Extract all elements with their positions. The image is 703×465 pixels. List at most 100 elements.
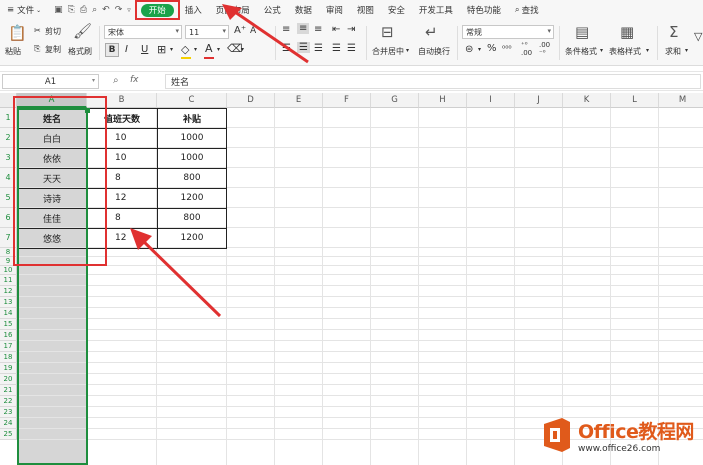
increase-decimal-icon[interactable]: ⁺⁰ .00	[521, 41, 532, 57]
row-header-18[interactable]: 18	[0, 352, 17, 363]
font-name-select[interactable]: 宋体 ▾	[104, 25, 182, 39]
tab-data[interactable]: 数据	[288, 0, 319, 20]
italic-button[interactable]: I	[125, 44, 128, 55]
column-header-k[interactable]: K	[563, 93, 611, 108]
tab-developer[interactable]: 开发工具	[412, 0, 460, 20]
tab-special[interactable]: 特色功能	[460, 0, 508, 20]
align-left-icon[interactable]: ☰	[282, 43, 291, 54]
row-header-10[interactable]: 10	[0, 266, 17, 275]
table-cell[interactable]: 1200	[157, 228, 227, 248]
column-header-m[interactable]: M	[659, 93, 703, 108]
underline-button[interactable]: U	[141, 44, 148, 55]
menu-file[interactable]: ≡ 文件 ⌄	[0, 0, 48, 20]
merge-center-icon[interactable]: ⊟	[381, 23, 394, 41]
chevron-down-icon[interactable]: ▾	[170, 46, 173, 53]
save-icon[interactable]: ▣	[54, 5, 63, 15]
filter-icon[interactable]: ▽	[694, 30, 702, 43]
cut-icon[interactable]: ✂	[34, 26, 41, 35]
indent-left-icon[interactable]: ⇤	[332, 24, 340, 35]
row-header-25[interactable]: 25	[0, 429, 17, 440]
function-icon[interactable]: fx	[130, 75, 139, 85]
thousands-icon[interactable]: ⁰⁰⁰	[502, 44, 512, 53]
copy-icon[interactable]: ⎘	[34, 44, 40, 54]
print-icon[interactable]: ⎙	[80, 5, 87, 15]
conditional-format-icon[interactable]: ▤	[575, 23, 589, 41]
row-header-11[interactable]: 11	[0, 275, 17, 286]
row-header-20[interactable]: 20	[0, 374, 17, 385]
font-size-select[interactable]: 11 ▾	[185, 25, 229, 39]
chevron-down-icon[interactable]: ▾	[646, 47, 649, 54]
bold-button[interactable]: B	[105, 43, 119, 57]
column-header-d[interactable]: D	[227, 93, 275, 108]
table-cell[interactable]: 1200	[157, 188, 227, 208]
fill-color-icon[interactable]: ◇	[181, 43, 189, 56]
copy-label[interactable]: 复制	[45, 44, 61, 55]
justify-icon[interactable]: ☰	[332, 43, 341, 54]
column-header-j[interactable]: J	[515, 93, 563, 108]
chevron-down-icon[interactable]: ▾	[241, 46, 244, 53]
column-header-f[interactable]: F	[323, 93, 371, 108]
row-header-13[interactable]: 13	[0, 297, 17, 308]
chevron-down-icon[interactable]: ▾	[194, 46, 197, 53]
format-painter-icon[interactable]: 🖌	[73, 22, 92, 40]
chevron-down-icon[interactable]: ▾	[600, 47, 603, 54]
row-header-24[interactable]: 24	[0, 418, 17, 429]
paste-icon[interactable]: 📋	[8, 24, 27, 42]
column-header-l[interactable]: L	[611, 93, 659, 108]
row-header-22[interactable]: 22	[0, 396, 17, 407]
row-header-15[interactable]: 15	[0, 319, 17, 330]
chevron-down-icon[interactable]: ▾	[478, 46, 481, 53]
table-cell[interactable]: 800	[157, 208, 227, 228]
print-preview-icon[interactable]: ⌕	[92, 5, 97, 15]
decrease-decimal-icon[interactable]: .00 ⁻⁰	[539, 41, 550, 57]
border-icon[interactable]: ⊞	[157, 43, 166, 56]
row-header-14[interactable]: 14	[0, 308, 17, 319]
column-header-i[interactable]: I	[467, 93, 515, 108]
wrap-text-icon[interactable]: ↵	[425, 23, 438, 41]
indent-right-icon[interactable]: ⇥	[347, 24, 355, 35]
align-middle-icon[interactable]: ≡	[297, 23, 310, 34]
column-header-h[interactable]: H	[419, 93, 467, 108]
align-center-icon[interactable]: ☰	[297, 42, 310, 53]
column-header-e[interactable]: E	[275, 93, 323, 108]
increase-font-icon[interactable]: A⁺	[234, 25, 246, 36]
redo-icon[interactable]: ↷	[115, 5, 123, 15]
currency-icon[interactable]: ⊜	[465, 44, 473, 55]
formula-input[interactable]: 姓名	[165, 74, 701, 89]
tab-insert[interactable]: 插入	[178, 0, 209, 20]
name-box[interactable]: A1 ▾	[2, 74, 99, 89]
tab-formulas[interactable]: 公式	[257, 0, 288, 20]
sum-icon[interactable]: Σ	[669, 23, 678, 41]
align-right-icon[interactable]: ☰	[314, 43, 323, 54]
conditional-format-label[interactable]: 条件格式	[565, 46, 597, 57]
chevron-down-icon[interactable]: ▾	[685, 47, 688, 54]
align-bottom-icon[interactable]: ≡	[314, 24, 322, 35]
row-header-19[interactable]: 19	[0, 363, 17, 374]
table-header-cell[interactable]: 补贴	[157, 108, 227, 128]
tab-security[interactable]: 安全	[381, 0, 412, 20]
tab-view[interactable]: 视图	[350, 0, 381, 20]
number-format-select[interactable]: 常规 ▾	[462, 25, 554, 39]
table-style-icon[interactable]: ▦	[620, 23, 634, 41]
decrease-font-icon[interactable]: A⁻	[250, 26, 261, 36]
search-button[interactable]: ⌕ 查找	[508, 0, 546, 20]
undo-icon[interactable]: ↶	[102, 5, 110, 15]
column-header-c[interactable]: C	[157, 93, 227, 108]
row-header-17[interactable]: 17	[0, 341, 17, 352]
table-cell[interactable]: 1000	[157, 148, 227, 168]
customize-icon[interactable]: ▿	[127, 6, 131, 14]
cut-label[interactable]: 剪切	[45, 26, 61, 37]
table-cell[interactable]: 1000	[157, 128, 227, 148]
chevron-down-icon[interactable]: ▾	[217, 46, 220, 53]
tab-page-layout[interactable]: 页面布局	[209, 0, 257, 20]
paste-label[interactable]: 粘贴	[5, 46, 21, 57]
sum-label[interactable]: 求和	[665, 46, 681, 57]
percent-icon[interactable]: %	[487, 43, 497, 54]
row-header-23[interactable]: 23	[0, 407, 17, 418]
table-cell[interactable]: 800	[157, 168, 227, 188]
wrap-text-label[interactable]: 自动换行	[418, 46, 450, 57]
distributed-icon[interactable]: ☰	[347, 43, 356, 54]
align-top-icon[interactable]: ≡	[282, 24, 290, 35]
row-header-12[interactable]: 12	[0, 286, 17, 297]
table-style-label[interactable]: 表格样式	[609, 46, 641, 57]
